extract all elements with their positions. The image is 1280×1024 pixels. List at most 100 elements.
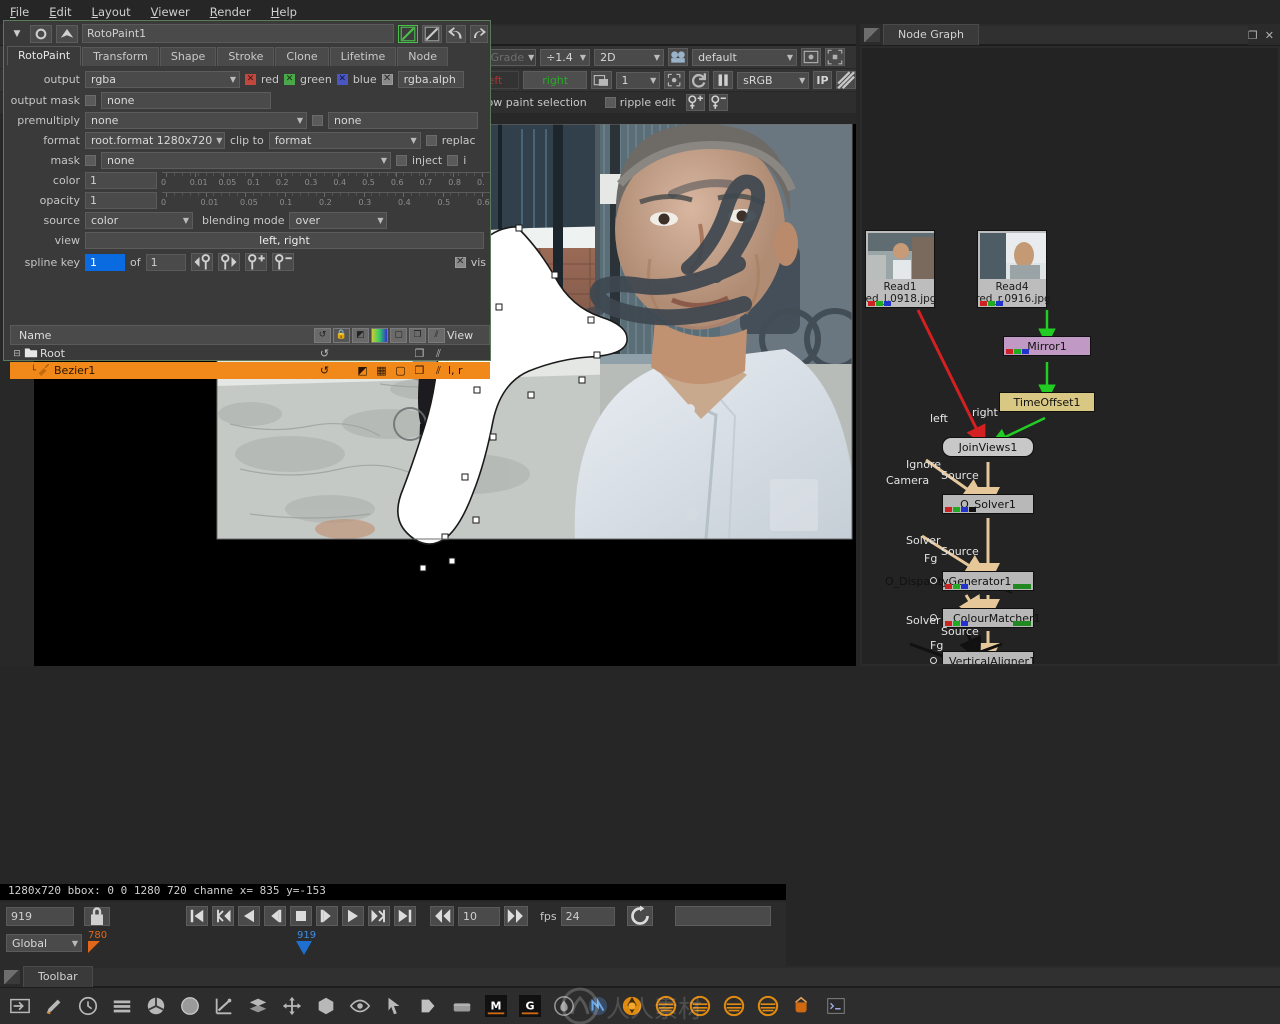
output-mask-combo[interactable]: none [101, 91, 271, 109]
first-frame-button[interactable] [186, 906, 208, 926]
fullscreen-icon[interactable] [825, 48, 846, 66]
next-keyframe-button[interactable] [368, 906, 390, 926]
tab-lifetime[interactable]: Lifetime [329, 47, 397, 66]
color-slider[interactable]: 0 0.01 0.05 0.1 0.2 0.3 0.4 0.5 0.6 0.7 0.8 0. [161, 171, 490, 189]
opacity-slider[interactable]: 0 0.01 0.05 0.1 0.2 0.3 0.4 0.5 0.6 [161, 191, 490, 209]
maximize-pane-icon[interactable]: ❐ [1248, 29, 1258, 42]
viewer-process-icon[interactable] [668, 48, 689, 66]
photoshop-icon[interactable] [654, 994, 678, 1018]
properties-pin-icon[interactable] [56, 24, 78, 43]
hexagon-icon[interactable] [314, 994, 338, 1018]
premultiply-combo[interactable]: none ▼ [85, 111, 307, 129]
import-icon[interactable] [8, 994, 32, 1018]
ripple-edit-checkbox[interactable] [604, 97, 616, 108]
close-pane-icon[interactable]: ✕ [1265, 29, 1274, 42]
bezier-invert-icon[interactable]: ▢ [391, 364, 410, 377]
gain-op-combo[interactable]: ÷1.4 ▼ [540, 48, 591, 66]
bezier-color-icon[interactable]: ▦ [372, 364, 391, 377]
nuke-icon[interactable] [586, 994, 610, 1018]
proxy-toggle-icon[interactable] [591, 71, 612, 89]
bezier-mask-icon[interactable]: ◩ [353, 364, 372, 377]
pause-icon[interactable] [712, 71, 734, 89]
tab-clone[interactable]: Clone [275, 47, 329, 66]
timeline-playhead[interactable] [296, 941, 312, 955]
timeline-in-marker[interactable] [88, 941, 100, 953]
refresh-icon[interactable] [688, 71, 709, 89]
gimp-icon[interactable]: G [518, 994, 542, 1018]
loop-icon[interactable] [626, 905, 653, 926]
tab-stroke[interactable]: Stroke [217, 47, 275, 66]
node-name-field[interactable]: RotoPaint1 [82, 24, 394, 43]
inject-checkbox[interactable] [396, 154, 407, 166]
node-verticalaligner1-input-dot[interactable] [930, 657, 937, 664]
photoshop-3-icon[interactable] [722, 994, 746, 1018]
color-column-icon[interactable] [371, 327, 388, 343]
add-key-icon[interactable] [685, 94, 705, 111]
remove-key-icon[interactable] [708, 94, 728, 111]
tag-icon[interactable] [416, 994, 440, 1018]
bezier-motionblur-icon[interactable]: ⫽ [429, 364, 448, 378]
tab-shape[interactable]: Shape [159, 47, 217, 66]
maya-icon[interactable]: M [484, 994, 508, 1018]
premultiply-checkbox[interactable] [312, 114, 323, 126]
menu-layout[interactable]: Layout [92, 5, 131, 19]
color-value-field[interactable]: 1 [85, 171, 157, 189]
invert-column-icon[interactable]: ▢ [390, 327, 407, 343]
stack-icon[interactable] [246, 994, 270, 1018]
layer-row-bezier1[interactable]: └ Bezier1 ↺ ◩ ▦ ▢ ❐ ⫽ l, r [10, 362, 490, 379]
motionblur-column-icon[interactable]: ⫽ [428, 327, 445, 343]
paint-bucket-icon[interactable] [790, 994, 814, 1018]
spline-key-total-field[interactable]: 1 [145, 253, 186, 271]
menu-help[interactable]: Help [271, 5, 297, 19]
cursor-icon[interactable] [382, 994, 406, 1018]
lock-icon[interactable] [84, 906, 110, 926]
node-mirror1[interactable]: Mirror1 [1003, 336, 1091, 356]
photoshop-2-icon[interactable] [688, 994, 712, 1018]
play-forward-button[interactable] [342, 906, 364, 926]
collapse-triangle-icon[interactable]: ▼ [8, 25, 26, 43]
photoshop-4-icon[interactable] [756, 994, 780, 1018]
view-right-button[interactable]: right [523, 71, 588, 89]
visible-checkbox[interactable]: ✕ [454, 256, 466, 268]
premultiply-second-combo[interactable]: none [328, 111, 478, 129]
menu-file[interactable]: FFileile [10, 5, 29, 19]
move-icon[interactable] [280, 994, 304, 1018]
colorspace-combo[interactable]: sRGB ▼ [737, 71, 810, 89]
increment-field[interactable]: 10 [458, 906, 500, 926]
node-timeoffset1[interactable]: TimeOffset1 [999, 392, 1095, 412]
current-frame-field[interactable]: 919 [6, 906, 74, 926]
alpha-channel-combo[interactable]: rgba.alph [397, 70, 464, 88]
menu-viewer[interactable]: Viewer [151, 5, 190, 19]
node-o-disparitygenerator1[interactable]: O_DisparityGenerator1 [885, 571, 1034, 591]
menu-edit[interactable]: Edit [49, 5, 71, 19]
view-value-button[interactable]: left, right [85, 231, 484, 249]
tab-rotopaint[interactable]: RotoPaint [7, 46, 82, 66]
source-combo[interactable]: color ▼ [85, 211, 193, 229]
alpha-channel-checkbox[interactable]: ✕ [381, 73, 393, 85]
node-read1[interactable]: Read1 ed_l.0918.jpg [865, 230, 936, 308]
step-backward-button[interactable] [264, 906, 286, 926]
play-backward-button[interactable] [238, 906, 260, 926]
pane-grip-icon[interactable] [864, 28, 880, 42]
blend-column-icon[interactable]: ❐ [409, 327, 426, 343]
decrement-button[interactable] [430, 906, 454, 926]
prev-key-icon[interactable] [190, 253, 213, 271]
pie-icon[interactable] [144, 994, 168, 1018]
layers-lines-icon[interactable] [110, 994, 134, 1018]
timeline-scope-combo[interactable]: Global ▼ [6, 934, 82, 952]
eye-icon[interactable] [348, 994, 372, 1018]
node-o-solver1[interactable]: O_Solver1 [942, 494, 1034, 514]
redo-icon[interactable] [470, 24, 488, 43]
roi-region-icon[interactable] [664, 71, 685, 89]
tab-transform[interactable]: Transform [82, 47, 159, 66]
green-channel-checkbox[interactable]: ✕ [284, 73, 296, 85]
undo-icon[interactable] [446, 24, 466, 43]
red-channel-checkbox[interactable]: ✕ [245, 73, 256, 85]
last-frame-button[interactable] [394, 906, 416, 926]
mask-combo[interactable]: none ▼ [101, 151, 391, 169]
playback-mode-button[interactable] [674, 906, 771, 926]
blending-mode-combo[interactable]: over ▼ [289, 211, 388, 229]
ip-button[interactable]: IP [813, 71, 832, 89]
clock-icon[interactable] [76, 994, 100, 1018]
roi-icon[interactable] [801, 48, 822, 66]
